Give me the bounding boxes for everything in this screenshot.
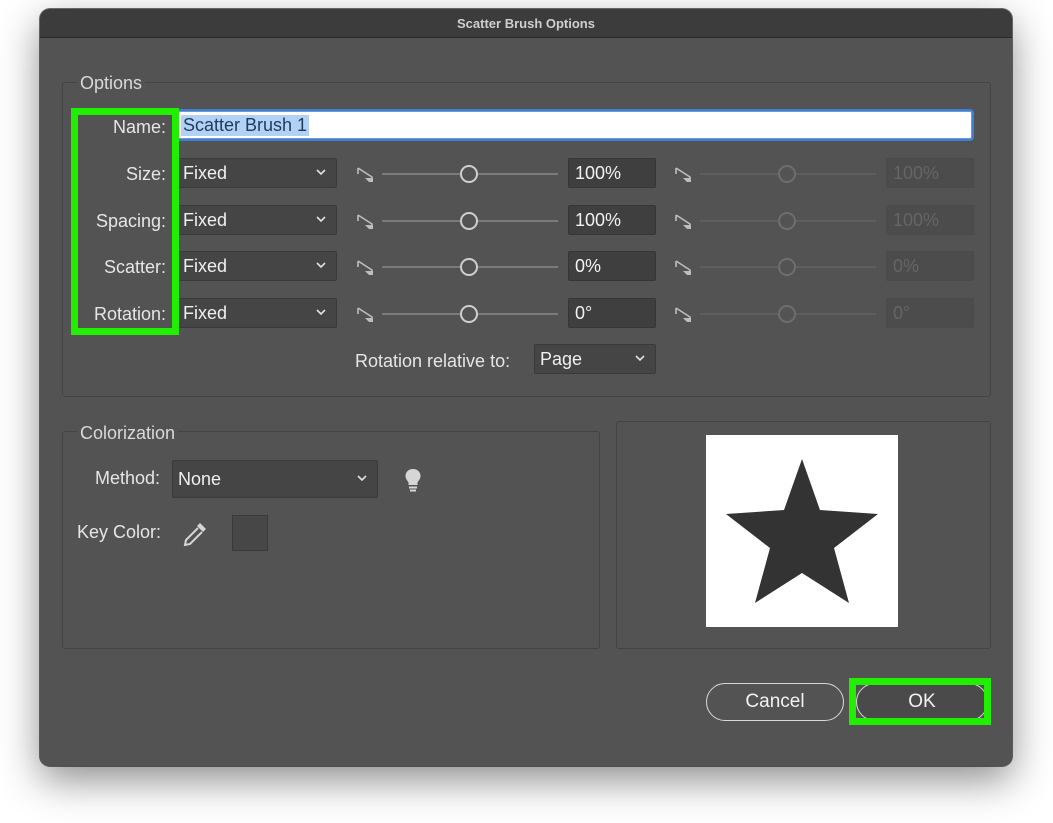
min-variation-icon [357, 260, 373, 275]
slider-thumb [778, 212, 796, 230]
slider-thumb [778, 258, 796, 276]
rotation-method-value: Fixed [183, 302, 228, 323]
scatter-max-slider [700, 257, 876, 277]
spacing-max-slider [700, 211, 876, 231]
slider-thumb [778, 305, 796, 323]
colorization-method-label: Method: [95, 468, 161, 488]
scatter-min-value-field[interactable]: 0% [568, 251, 656, 281]
max-variation-icon [675, 307, 691, 322]
name-field[interactable]: Scatter Brush 1 [176, 111, 972, 139]
chevron-down-icon [635, 355, 645, 362]
chevron-down-icon [357, 475, 367, 482]
chevron-down-icon [316, 262, 326, 269]
min-variation-icon [357, 214, 373, 229]
chevron-down-icon [316, 309, 326, 316]
slider-thumb[interactable] [460, 258, 478, 276]
options-group-title: Options [77, 73, 146, 94]
rotation-max-slider [700, 304, 876, 324]
scatter-max-value-field: 0% [886, 251, 974, 281]
ok-highlight-box [849, 678, 991, 725]
spacing-method-dropdown[interactable]: Fixed [177, 205, 337, 235]
tips-lightbulb-icon[interactable] [402, 467, 424, 493]
slider-thumb[interactable] [460, 305, 478, 323]
size-min-value-field[interactable]: 100% [568, 158, 656, 188]
rotation-method-dropdown[interactable]: Fixed [177, 298, 337, 328]
rotation-relative-dropdown[interactable]: Page [534, 344, 656, 374]
name-field-value: Scatter Brush 1 [181, 114, 310, 136]
spacing-method-value: Fixed [183, 209, 228, 230]
key-color-label: Key Color: [77, 522, 162, 542]
chevron-down-icon [316, 169, 326, 176]
slider-thumb[interactable] [460, 212, 478, 230]
chevron-down-icon [316, 216, 326, 223]
rotation-relative-label: Rotation relative to: [355, 351, 511, 371]
colorization-method-value: None [178, 468, 222, 489]
size-method-value: Fixed [183, 162, 228, 183]
spacing-max-value-field: 100% [886, 205, 974, 235]
size-min-slider[interactable] [382, 164, 558, 184]
max-variation-icon [675, 260, 691, 275]
size-max-value-field: 100% [886, 158, 974, 188]
size-method-dropdown[interactable]: Fixed [177, 158, 337, 188]
eyedropper-icon[interactable] [180, 519, 210, 549]
scatter-min-slider[interactable] [382, 257, 558, 277]
spacing-min-slider[interactable] [382, 211, 558, 231]
spacing-min-value-field[interactable]: 100% [568, 205, 656, 235]
brush-preview [706, 435, 898, 627]
cancel-button[interactable]: Cancel [706, 683, 844, 721]
max-variation-icon [675, 167, 691, 182]
max-variation-icon [675, 214, 691, 229]
colorization-method-dropdown[interactable]: None [172, 460, 378, 498]
min-variation-icon [357, 307, 373, 322]
window-title: Scatter Brush Options [40, 9, 1012, 38]
slider-thumb [778, 165, 796, 183]
colorization-group-title: Colorization [77, 423, 179, 444]
labels-highlight-box [71, 108, 179, 335]
scatter-method-value: Fixed [183, 255, 228, 276]
rotation-min-slider[interactable] [382, 304, 558, 324]
scatter-method-dropdown[interactable]: Fixed [177, 251, 337, 281]
scatter-brush-options-dialog: Scatter Brush Options Options Name: Scat… [40, 9, 1012, 766]
star-icon [726, 459, 878, 603]
rotation-max-value-field: 0° [886, 298, 974, 328]
rotation-min-value-field[interactable]: 0° [568, 298, 656, 328]
slider-thumb[interactable] [460, 165, 478, 183]
min-variation-icon [357, 167, 373, 182]
key-color-swatch[interactable] [232, 515, 268, 551]
rotation-relative-value: Page [540, 348, 583, 369]
size-max-slider [700, 164, 876, 184]
